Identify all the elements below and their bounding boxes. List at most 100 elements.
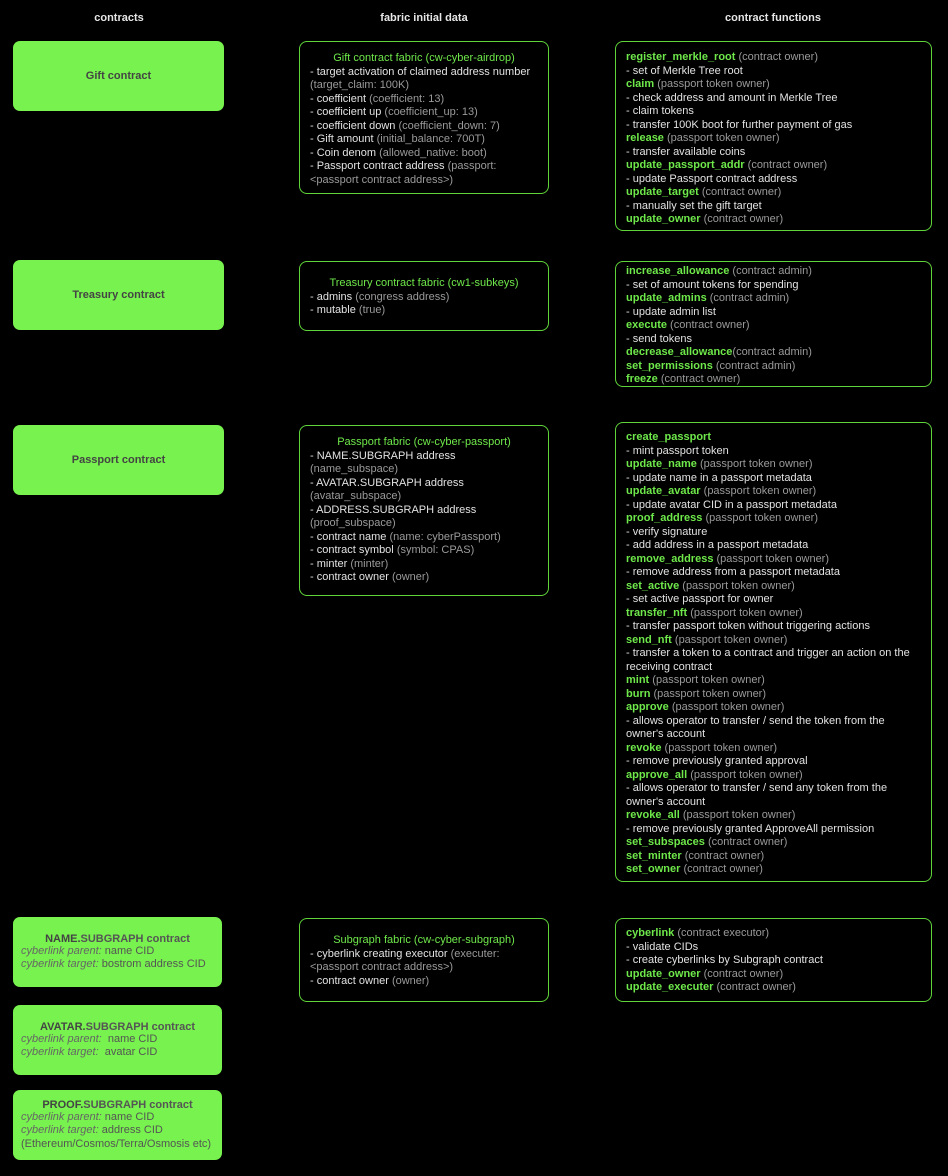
function-entry: revoke_all (passport token owner) — [626, 809, 921, 823]
function-permission: (passport token owner) — [699, 458, 813, 470]
function-entry: cyberlink (contract executor) — [626, 927, 921, 941]
fabric-param-value: (coefficient: 13) — [369, 92, 445, 105]
function-name: remove_address — [626, 552, 714, 565]
cyberlink-label: cyberlink target: — [21, 958, 99, 970]
fabric-param: (proof_subspace) — [310, 517, 538, 531]
function-description: - create cyberlinks by Subgraph contract — [626, 954, 823, 966]
function-permission: (contract owner) — [683, 863, 763, 875]
fabric-param: - minter (minter) — [310, 558, 538, 572]
subgraph-title-rest: SUBGRAPH contract — [85, 1020, 196, 1033]
function-name: update_target — [626, 186, 699, 198]
function-description: - send tokens — [626, 332, 693, 345]
passport-functions-box: create_passport - mint passport token upda… — [615, 422, 932, 882]
function-permission: (passport token owner) — [667, 132, 780, 144]
subgraph-contract-title: PROOF.SUBGRAPH contract — [42, 1099, 192, 1111]
function-permission: (contract owner) — [684, 849, 765, 862]
cyberlink-value: name CID — [101, 944, 155, 957]
function-name: send_nft — [626, 633, 672, 646]
subgraph-title-rest: SUBGRAPH contract — [80, 932, 190, 945]
function-entry: update_target (contract owner) — [626, 186, 921, 200]
fabric-param-value: (coefficient_up: 13) — [384, 106, 478, 118]
treasury-fabric-box: Treasury contract fabric (cw1-subkeys) - … — [299, 261, 549, 331]
fabric-param: - coefficient down (coefficient_down: 7) — [310, 120, 538, 134]
function-permission: (contract owner) — [716, 981, 796, 993]
subgraph-prefix: PROOF. — [42, 1098, 84, 1111]
function-permission: (contract owner) — [703, 967, 784, 980]
function-name: set_permissions — [626, 359, 713, 372]
cyberlink-label: cyberlink parent: — [21, 1032, 102, 1045]
function-permission: (contract admin) — [732, 346, 812, 358]
fabric-param-label: - ADDRESS.SUBGRAPH address — [310, 503, 477, 516]
fabric-param-value: (avatar_subspace) — [310, 490, 402, 502]
function-entry: update_owner (contract owner) — [626, 213, 921, 227]
function-name: proof_address — [626, 512, 703, 524]
function-description: - manually set the gift target — [626, 199, 762, 212]
function-entry: burn (passport token owner) — [626, 688, 921, 702]
fabric-param-label: - admins — [310, 290, 356, 303]
function-name: freeze — [626, 373, 658, 385]
fabric-param-value: (owner) — [391, 571, 430, 583]
function-entry: decrease_allowance(contract admin) — [626, 346, 921, 360]
function-name: update_executer — [626, 981, 714, 993]
subgraph-contract-details: cyberlink parent: name CID cyberlink targ… — [13, 1033, 222, 1060]
subgraph-contract-title: AVATAR.SUBGRAPH contract — [40, 1021, 195, 1033]
function-name: update_owner — [626, 213, 701, 225]
fabric-param-value: (name: cyberPassport) — [389, 530, 501, 543]
function-permission: (passport token owner) — [674, 633, 788, 646]
function-description: - allows operator to transfer / send the… — [626, 714, 885, 727]
function-name: set_owner — [626, 863, 681, 875]
cyberlink-value: address CID — [98, 1124, 163, 1137]
fabric-param-label: - contract name — [310, 530, 387, 543]
fabric-param-label: - coefficient up — [310, 106, 382, 118]
function-description: owner's account — [626, 795, 706, 808]
fabric-param: <passport contract address>) — [310, 961, 538, 975]
function-entry: update_executer (contract owner) — [626, 981, 921, 995]
function-entry: set_subspaces (contract owner) — [626, 836, 921, 850]
function-description: - update Passport contract address — [626, 172, 798, 185]
cyberlink-value: (Ethereum/Cosmos/Terra/Osmosis etc) — [21, 1137, 212, 1150]
function-name: update_admins — [626, 292, 707, 304]
gift-contract-node: Gift contract — [13, 41, 224, 111]
fabric-param-label: - minter — [310, 557, 348, 570]
function-entry: update_name (passport token owner) — [626, 458, 921, 472]
function-name: update_passport_addr — [626, 159, 745, 171]
function-entry: register_merkle_root (contract owner) — [626, 51, 921, 65]
subgraph-contract-node: NAME.SUBGRAPH contract cyberlink parent: … — [13, 917, 222, 987]
subgraph-contract-title: NAME.SUBGRAPH contract — [45, 933, 190, 945]
fabric-param: - ADDRESS.SUBGRAPH address — [310, 504, 538, 518]
function-permission: (contract owner) — [660, 373, 741, 385]
function-description: - verify signature — [626, 525, 708, 538]
function-description: - set active passport for owner — [626, 593, 774, 605]
fabric-param-label: - mutable — [310, 304, 356, 316]
function-name: increase_allowance — [626, 265, 730, 277]
fabric-param: - contract symbol (symbol: CPAS) — [310, 544, 538, 558]
function-permission: (passport token owner) — [716, 552, 830, 565]
cyberlink-label: cyberlink target: — [21, 1124, 99, 1137]
fabric-param-label: - contract symbol — [310, 544, 394, 556]
fabric-param-label: - NAME.SUBGRAPH address — [310, 449, 456, 462]
fabric-param-value: (proof_subspace) — [310, 517, 396, 529]
passport-contract-node: Passport contract — [13, 425, 224, 495]
cyberlink-label: cyberlink parent: — [21, 1110, 102, 1123]
fabric-param-value: (name_subspace) — [310, 463, 399, 475]
fabric-param-label: - coefficient down — [310, 119, 396, 132]
header-fabric-initial-data: fabric initial data — [380, 12, 468, 24]
function-permission: (passport token owner) — [705, 512, 818, 524]
function-description: - mint passport token — [626, 444, 729, 457]
header-contract-functions: contract functions — [725, 12, 821, 24]
fabric-param-value: <passport contract address>) — [310, 173, 454, 186]
subgraph-prefix: AVATAR. — [39, 1020, 86, 1033]
function-entry: transfer_nft (passport token owner) — [626, 607, 921, 621]
function-description: - remove previously granted approval — [626, 755, 808, 767]
function-description: - update name in a passport metadata — [626, 471, 812, 484]
function-name: claim — [626, 78, 655, 90]
function-entry: claim (passport token owner) — [626, 78, 921, 92]
cyberlink-line: cyberlink parent: name CID — [21, 1111, 214, 1125]
function-entry: update_admins (contract admin) — [626, 292, 921, 306]
cyberlink-line: cyberlink target: bostrom address CID — [21, 958, 214, 972]
fabric-param: - contract owner (owner) — [310, 571, 538, 585]
function-name: release — [626, 132, 664, 144]
function-name: revoke — [626, 741, 662, 754]
fabric-param: - Passport contract address (passport: — [310, 160, 538, 174]
gift-functions-box: register_merkle_root (contract owner) - s… — [615, 41, 932, 231]
